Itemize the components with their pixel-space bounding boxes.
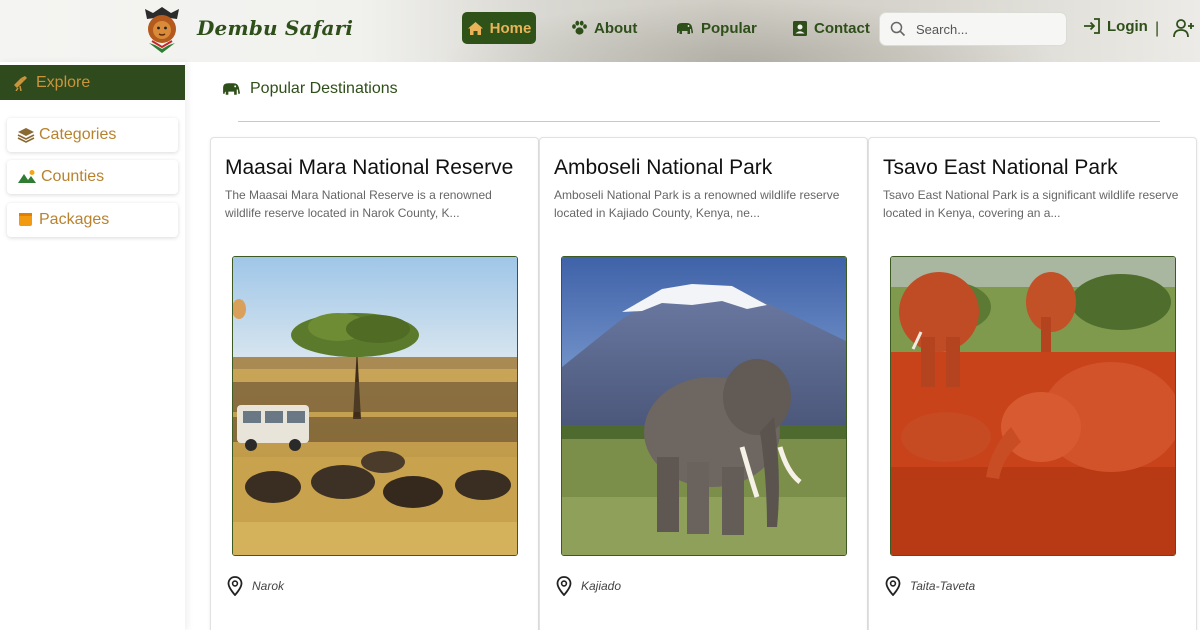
sidebar-item-packages[interactable]: Packages: [7, 203, 178, 237]
card-title[interactable]: Tsavo East National Park: [883, 156, 1118, 180]
login-icon: [1084, 18, 1100, 34]
card-location: Kajiado: [556, 576, 621, 596]
sidebar-explore[interactable]: Explore: [0, 65, 185, 100]
nav-home[interactable]: Home: [462, 12, 536, 44]
nav-separator: |: [1155, 20, 1160, 37]
search-box[interactable]: [879, 12, 1067, 46]
card-description: Tsavo East National Park is a significan…: [883, 188, 1179, 220]
brand-name[interactable]: Dembu Safari: [197, 16, 353, 40]
contact-card-icon: [793, 20, 807, 36]
sidebar-item-categories[interactable]: Categories: [7, 118, 178, 152]
card-image[interactable]: [561, 256, 847, 556]
login-button[interactable]: Login: [1082, 17, 1148, 35]
card-title[interactable]: Maasai Mara National Reserve: [225, 156, 513, 180]
search-input[interactable]: [916, 21, 1056, 37]
map-pin-icon: [556, 576, 572, 596]
destination-card-tsavo-east[interactable]: Tsavo East National Park Tsavo East Nati…: [868, 137, 1197, 630]
nav-contact-label: Contact: [814, 19, 870, 37]
paw-icon: [572, 20, 587, 35]
nav-popular[interactable]: Popular: [675, 12, 757, 44]
map-pin-icon: [227, 576, 243, 596]
card-image[interactable]: [890, 256, 1176, 556]
card-location-label: Taita-Taveta: [910, 579, 976, 593]
login-label: Login: [1107, 17, 1148, 35]
section-title: Popular Destinations: [250, 80, 398, 97]
layers-icon: [17, 128, 35, 143]
section-header: Popular Destinations: [221, 80, 398, 98]
card-title[interactable]: Amboseli National Park: [554, 156, 772, 180]
landscape-icon: [18, 170, 36, 183]
nav-about[interactable]: About: [571, 12, 637, 44]
sidebar-item-counties[interactable]: Counties: [7, 160, 178, 194]
elephant-icon: [223, 83, 240, 95]
home-icon: [467, 21, 483, 35]
binoculars-icon: [14, 75, 27, 91]
top-navbar: Dembu Safari Home About Popular Contact: [0, 0, 1200, 62]
elephant-icon: [677, 22, 693, 34]
card-location: Narok: [227, 576, 284, 596]
add-user-icon[interactable]: [1173, 18, 1195, 43]
card-description: The Maasai Mara National Reserve is a re…: [225, 188, 492, 220]
logo-icon[interactable]: [141, 5, 183, 55]
search-icon: [890, 21, 906, 37]
card-description: Amboseli National Park is a renowned wil…: [554, 188, 840, 220]
sidebar-item-label: Counties: [41, 168, 105, 185]
sidebar: Explore Categories Counties Packages: [0, 62, 185, 630]
destination-card-amboseli[interactable]: Amboseli National Park Amboseli National…: [539, 137, 868, 630]
sidebar-item-label: Categories: [39, 126, 117, 143]
nav-popular-label: Popular: [701, 19, 757, 37]
sidebar-item-label: Packages: [39, 211, 110, 228]
destination-card-maasai-mara[interactable]: Maasai Mara National Reserve The Maasai …: [210, 137, 539, 630]
card-location: Taita-Taveta: [885, 576, 975, 596]
nav-contact[interactable]: Contact: [792, 12, 870, 44]
card-location-label: Narok: [252, 579, 285, 593]
package-icon: [19, 213, 32, 226]
map-pin-icon: [885, 576, 901, 596]
sidebar-explore-label: Explore: [36, 73, 91, 91]
card-image[interactable]: [232, 256, 518, 556]
nav-home-label: Home: [489, 19, 532, 37]
nav-about-label: About: [594, 19, 638, 37]
divider: [238, 121, 1160, 122]
card-location-label: Kajiado: [581, 579, 622, 593]
